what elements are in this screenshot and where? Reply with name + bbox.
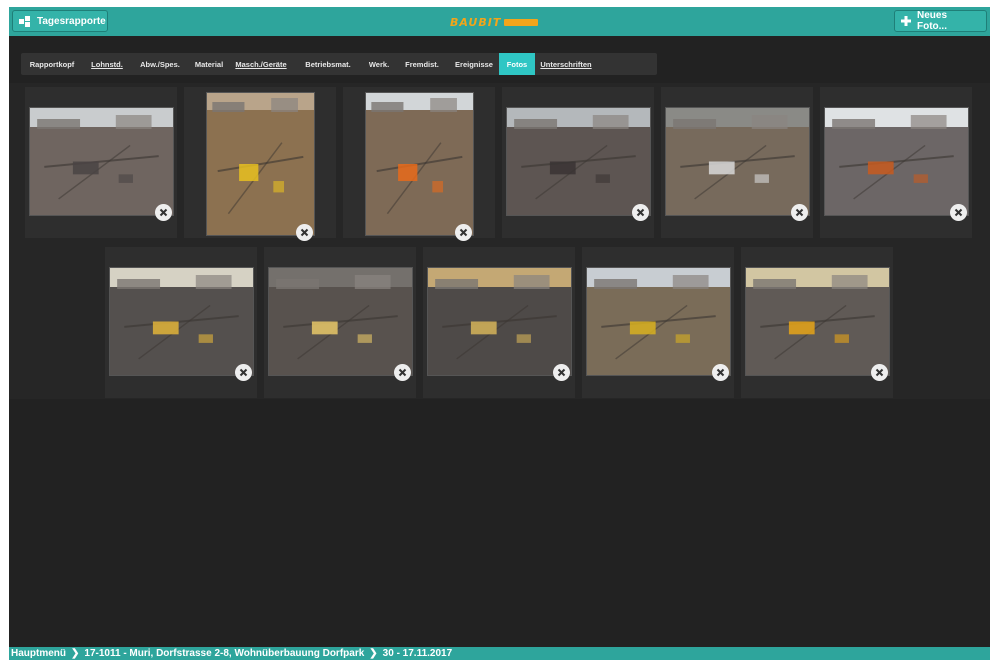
top-bar: Tagesrapporte BAUBIT Neues Foto...: [9, 7, 990, 36]
tab-werk[interactable]: Werk.: [363, 53, 395, 75]
delete-photo-button[interactable]: [632, 204, 649, 221]
breadcrumb-item[interactable]: 17-1011 - Muri, Dorfstrasse 2-8, Wohnübe…: [84, 648, 364, 659]
tab-unterschriften[interactable]: Unterschriften: [535, 53, 597, 75]
photo-thumbnail[interactable]: [109, 267, 254, 376]
breadcrumb: Hauptmenü ❯ 17-1011 - Muri, Dorfstrasse 2-…: [9, 647, 990, 660]
photo-card[interactable]: [582, 247, 734, 398]
tab-abw-spes[interactable]: Abw./Spes.: [131, 53, 189, 75]
close-icon: [795, 208, 804, 217]
delete-photo-button[interactable]: [455, 224, 472, 241]
photo-card[interactable]: [661, 87, 813, 238]
chevron-right-icon: ❯: [71, 648, 80, 659]
plus-icon: [901, 16, 911, 26]
tab-lohnstd[interactable]: Lohnstd.: [83, 53, 131, 75]
back-button-label: Tagesrapporte: [37, 15, 106, 27]
photo-thumbnail[interactable]: [268, 267, 413, 376]
tab-betriebsmat[interactable]: Betriebsmat.: [293, 53, 363, 75]
close-icon: [875, 368, 884, 377]
photo-card[interactable]: [184, 87, 336, 241]
close-icon: [557, 368, 566, 377]
app-frame: Tagesrapporte BAUBIT Neues Foto... Rappo…: [9, 7, 990, 660]
delete-photo-button[interactable]: [712, 364, 729, 381]
photo-thumbnail[interactable]: [745, 267, 890, 376]
photo-card[interactable]: [264, 247, 416, 398]
tab-masch-geräte[interactable]: Masch./Geräte: [229, 53, 293, 75]
tab-ereignisse[interactable]: Ereignisse: [449, 53, 499, 75]
photo-card[interactable]: [741, 247, 893, 398]
photo-card[interactable]: [343, 87, 495, 241]
delete-photo-button[interactable]: [950, 204, 967, 221]
close-icon: [954, 208, 963, 217]
brand-logo: BAUBIT: [450, 15, 556, 29]
photo-thumbnail[interactable]: [29, 107, 174, 216]
photo-gallery: [9, 83, 990, 399]
photo-thumbnail[interactable]: [206, 92, 315, 236]
photo-thumbnail[interactable]: [824, 107, 969, 216]
photo-card[interactable]: [502, 87, 654, 238]
photo-thumbnail[interactable]: [365, 92, 474, 236]
back-to-daily-reports-button[interactable]: Tagesrapporte: [12, 10, 108, 32]
logo-text: BAUBIT: [450, 15, 502, 29]
reports-icon: [19, 15, 31, 27]
delete-photo-button[interactable]: [394, 364, 411, 381]
delete-photo-button[interactable]: [871, 364, 888, 381]
chevron-right-icon: ❯: [369, 648, 378, 659]
photo-thumbnail[interactable]: [506, 107, 651, 216]
breadcrumb-item[interactable]: Hauptmenü: [11, 648, 66, 659]
tab-fremdist[interactable]: Fremdist.: [395, 53, 449, 75]
close-icon: [159, 208, 168, 217]
close-icon: [459, 228, 468, 237]
delete-photo-button[interactable]: [155, 204, 172, 221]
tab-rapportkopf[interactable]: Rapportkopf: [21, 53, 83, 75]
close-icon: [716, 368, 725, 377]
new-photo-label: Neues Foto...: [917, 10, 948, 32]
close-icon: [636, 208, 645, 217]
photo-card[interactable]: [423, 247, 575, 398]
photo-card[interactable]: [25, 87, 177, 238]
close-icon: [398, 368, 407, 377]
photo-thumbnail[interactable]: [665, 107, 810, 216]
tab-fotos[interactable]: Fotos: [499, 53, 535, 75]
tab-material[interactable]: Material: [189, 53, 229, 75]
close-icon: [239, 368, 248, 377]
photo-card[interactable]: [105, 247, 257, 398]
new-photo-button[interactable]: Neues Foto...: [894, 10, 987, 32]
delete-photo-button[interactable]: [791, 204, 808, 221]
photo-thumbnail[interactable]: [586, 267, 731, 376]
delete-photo-button[interactable]: [296, 224, 313, 241]
section-tabs: Rapportkopf Lohnstd. Abw./Spes. Material Mas…: [21, 53, 657, 75]
logo-bar: [504, 18, 539, 26]
breadcrumb-item[interactable]: 30 - 17.11.2017: [383, 648, 453, 659]
photo-card[interactable]: [820, 87, 972, 238]
photo-thumbnail[interactable]: [427, 267, 572, 376]
delete-photo-button[interactable]: [553, 364, 570, 381]
close-icon: [300, 228, 309, 237]
delete-photo-button[interactable]: [235, 364, 252, 381]
